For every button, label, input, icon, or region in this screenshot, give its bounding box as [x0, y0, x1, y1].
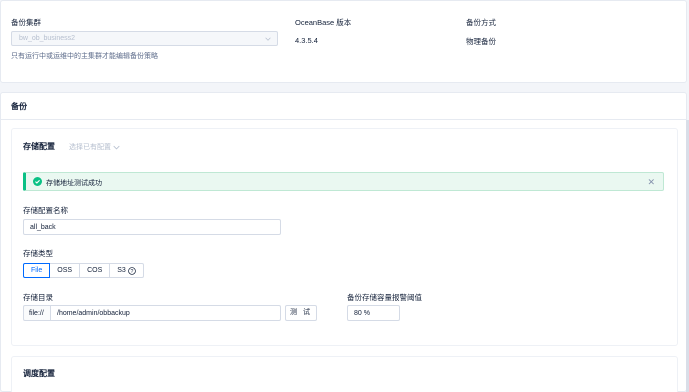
chevron-down-icon: [113, 145, 120, 150]
config-name-label: 存储配置名称: [23, 206, 68, 215]
type-oss-label: OSS: [57, 267, 73, 274]
cluster-label: 备份集群: [11, 18, 41, 27]
storage-dir-label: 存储目录: [23, 293, 53, 302]
type-oss-option[interactable]: OSS: [49, 263, 81, 278]
type-file-label: File: [31, 267, 43, 274]
cluster-select: bw_ob_business2: [11, 31, 278, 46]
cluster-hint: 只有运行中或运维中的主集群才能编辑备份策略: [11, 53, 158, 60]
check-circle-icon: [33, 177, 42, 186]
threshold-input[interactable]: 80 %: [347, 305, 400, 321]
version-value: 4.3.5.4: [295, 36, 318, 45]
threshold-label: 备份存储容量报警阈值: [347, 293, 422, 302]
section-title: 备份: [11, 102, 27, 111]
section-divider: [0, 119, 687, 120]
backup-mode-label: 备份方式: [466, 18, 496, 27]
dir-prefix: file://: [29, 310, 44, 317]
backup-mode-value: 物理备份: [466, 37, 496, 46]
select-existing-config[interactable]: 选择已有配置: [69, 142, 120, 152]
threshold-value: 80 %: [354, 310, 370, 317]
storage-dir-value: /home/admin/obbackup: [57, 310, 130, 317]
version-label: OceanBase 版本: [295, 18, 352, 27]
type-file-option[interactable]: File: [23, 263, 51, 278]
help-icon[interactable]: ?: [128, 266, 136, 275]
type-s3-label: S3: [117, 267, 126, 274]
select-existing-label: 选择已有配置: [69, 144, 111, 151]
alert-message: 存储地址测试成功: [46, 180, 102, 187]
storage-config-title: 存储配置: [23, 142, 55, 151]
config-name-input[interactable]: all_back: [23, 219, 281, 235]
type-cos-label: COS: [87, 267, 103, 274]
success-alert: 存储地址测试成功 ✕: [23, 172, 664, 191]
close-icon[interactable]: ✕: [647, 177, 655, 188]
test-button[interactable]: 测 试: [285, 305, 317, 321]
schedule-config-panel: [11, 356, 678, 392]
svg-text:?: ?: [130, 268, 133, 274]
type-s3-option[interactable]: S3 ?: [109, 263, 144, 278]
storage-type-group: File OSS COS S3 ?: [23, 263, 144, 278]
chevron-down-icon: [265, 37, 271, 41]
storage-dir-input[interactable]: /home/admin/obbackup: [50, 305, 281, 321]
config-name-value: all_back: [30, 224, 56, 231]
storage-type-label: 存储类型: [23, 249, 53, 258]
dir-prefix-addon: file://: [23, 305, 51, 321]
schedule-config-title: 调度配置: [23, 369, 55, 378]
cluster-select-value: bw_ob_business2: [19, 35, 76, 42]
type-cos-option[interactable]: COS: [79, 263, 111, 278]
